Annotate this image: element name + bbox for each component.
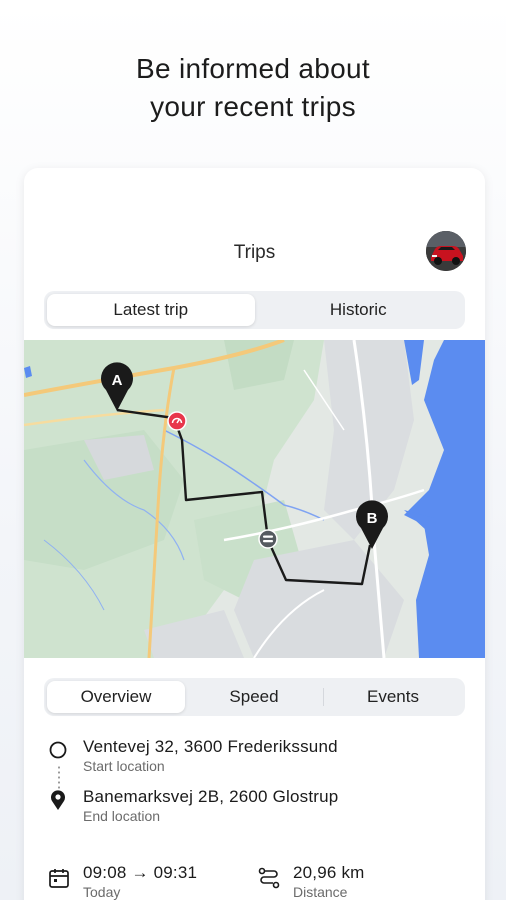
- tab-latest-trip[interactable]: Latest trip: [47, 294, 255, 326]
- start-caption: Start location: [83, 758, 165, 774]
- tab-events[interactable]: Events: [324, 681, 462, 713]
- headline-line-2: your recent trips: [150, 91, 356, 122]
- end-marker[interactable]: B: [353, 498, 391, 550]
- speed-event-icon[interactable]: [167, 411, 187, 431]
- trip-map[interactable]: A B: [24, 340, 485, 658]
- tab-historic[interactable]: Historic: [255, 294, 463, 326]
- map-canvas: [24, 340, 485, 658]
- location-pin-icon: [51, 790, 65, 810]
- start-address: Ventevej 32, 3600 Frederikssund: [83, 737, 338, 756]
- tab-speed[interactable]: Speed: [185, 681, 323, 713]
- calendar-icon: [49, 869, 69, 888]
- distance-value: 20,96 km: [293, 863, 365, 882]
- page-title: Trips: [233, 242, 276, 263]
- headline: Be informed about your recent trips: [0, 50, 506, 126]
- brake-event-icon[interactable]: [258, 529, 278, 549]
- time-range: 09:08 → 09:31: [83, 863, 198, 882]
- start-marker-label: A: [112, 372, 123, 389]
- tab-overview[interactable]: Overview: [47, 681, 185, 713]
- car-icon: [426, 231, 466, 271]
- end-marker-label: B: [367, 510, 378, 527]
- end-caption: End location: [83, 808, 161, 824]
- start-marker[interactable]: A: [98, 360, 136, 412]
- detail-tabs: Overview Speed Events: [44, 678, 465, 716]
- car-avatar[interactable]: [426, 231, 466, 271]
- time-caption: Today: [83, 884, 121, 900]
- headline-line-1: Be informed about: [136, 53, 370, 84]
- phone-card: Trips Latest trip Historic A B Overview …: [24, 168, 485, 900]
- route-icon: [258, 867, 280, 889]
- end-address: Banemarksvej 2B, 2600 Glostrup: [83, 787, 339, 806]
- start-circle-icon: [49, 741, 67, 759]
- trip-tabs: Latest trip Historic: [44, 291, 465, 329]
- distance-caption: Distance: [293, 884, 348, 900]
